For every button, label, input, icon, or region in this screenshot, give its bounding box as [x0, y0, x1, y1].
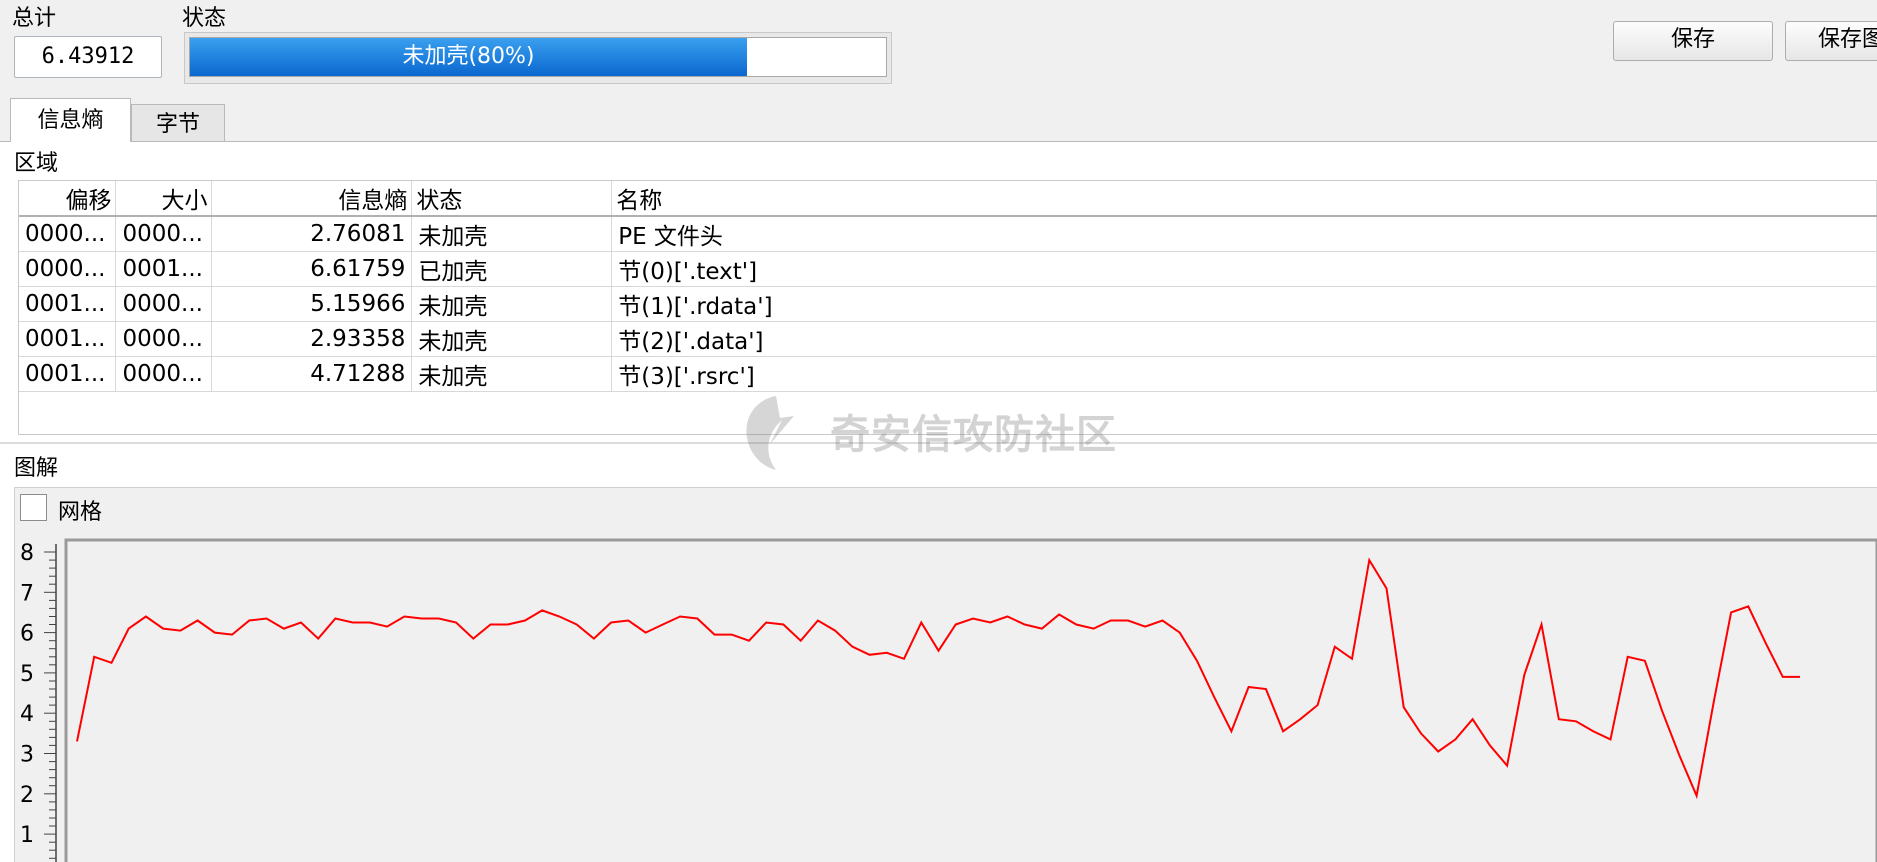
cell-size: 0000...	[115, 286, 213, 322]
cell-size: 0000...	[115, 321, 213, 357]
status-progress-bar: 未加壳(80%)	[189, 37, 887, 77]
status-progress-text: 未加壳(80%)	[402, 44, 535, 69]
cell-offset: 0000...	[19, 216, 117, 252]
tab-bytes[interactable]: 字节	[131, 104, 225, 142]
y-tick-label: 5	[20, 662, 34, 687]
cell-offset: 0001...	[19, 356, 117, 392]
cell-status: 未加壳	[411, 286, 613, 322]
cell-status: 未加壳	[411, 216, 613, 252]
column-header-name[interactable]: 名称	[611, 181, 1877, 217]
column-header-offset[interactable]: 偏移	[19, 181, 117, 217]
cell-size: 0001...	[115, 251, 213, 287]
table-row[interactable]: 0001... 0000... 4.71288 未加壳 节(3)['.rsrc'…	[19, 356, 1877, 392]
cell-offset: 0000...	[19, 251, 117, 287]
regions-table: 偏移 大小 信息熵 状态 名称 0000... 0000... 2.76081 …	[19, 181, 1877, 392]
grid-checkbox-label: 网格	[58, 500, 103, 525]
cell-name: 节(0)['.text']	[611, 251, 1877, 287]
save-image-button[interactable]: 保存图	[1785, 21, 1877, 61]
regions-table-frame: 偏移 大小 信息熵 状态 名称 0000... 0000... 2.76081 …	[18, 180, 1877, 435]
table-row[interactable]: 0000... 0000... 2.76081 未加壳 PE 文件头	[19, 216, 1877, 252]
cell-entropy: 2.76081	[211, 216, 413, 252]
regions-header-row: 偏移 大小 信息熵 状态 名称	[19, 181, 1877, 217]
y-tick-label: 1	[20, 823, 34, 848]
y-tick-label: 6	[20, 622, 34, 647]
column-header-status[interactable]: 状态	[411, 181, 613, 217]
y-tick-label: 3	[20, 743, 34, 768]
cell-entropy: 4.71288	[211, 356, 413, 392]
cell-name: 节(3)['.rsrc']	[611, 356, 1877, 392]
cell-name: PE 文件头	[611, 216, 1877, 252]
table-row[interactable]: 0001... 0000... 5.15966 未加壳 节(1)['.rdata…	[19, 286, 1877, 322]
y-tick-label: 4	[20, 702, 34, 727]
cell-entropy: 5.15966	[211, 286, 413, 322]
cell-size: 0000...	[115, 356, 213, 392]
grid-checkbox[interactable]	[20, 494, 47, 521]
save-button[interactable]: 保存	[1613, 21, 1773, 61]
cell-status: 已加壳	[411, 251, 613, 287]
cell-name: 节(2)['.data']	[611, 321, 1877, 357]
tab-entropy[interactable]: 信息熵	[10, 98, 131, 142]
y-tick-label: 2	[20, 783, 34, 808]
cell-offset: 0001...	[19, 321, 117, 357]
cell-entropy: 2.93358	[211, 321, 413, 357]
y-tick-label: 7	[20, 581, 34, 606]
y-tick-label: 8	[20, 541, 34, 566]
cell-size: 0000...	[115, 216, 213, 252]
status-label: 状态	[182, 6, 227, 31]
regions-label: 区域	[14, 151, 59, 176]
table-row[interactable]: 0000... 0001... 6.61759 已加壳 节(0)['.text'…	[19, 251, 1877, 287]
total-label: 总计	[12, 6, 57, 31]
y-axis-ticks: 1 2 3 4 5 6 7 8	[20, 541, 56, 859]
cell-name: 节(1)['.rdata']	[611, 286, 1877, 322]
cell-status: 未加壳	[411, 321, 613, 357]
column-header-entropy[interactable]: 信息熵	[211, 181, 413, 217]
watermark-text: 奇安信攻防社区	[830, 412, 1117, 458]
cell-offset: 0001...	[19, 286, 117, 322]
watermark-logo	[736, 390, 816, 476]
diagram-label: 图解	[14, 456, 59, 481]
entropy-chart: 1 2 3 4 5 6 7 8	[20, 538, 1877, 862]
cell-status: 未加壳	[411, 356, 613, 392]
table-row[interactable]: 0001... 0000... 2.93358 未加壳 节(2)['.data'…	[19, 321, 1877, 357]
total-value-field: 6.43912	[14, 36, 162, 78]
plot-area	[64, 538, 1877, 862]
cell-entropy: 6.61759	[211, 251, 413, 287]
status-progress-frame: 未加壳(80%)	[184, 32, 892, 84]
column-header-size[interactable]: 大小	[115, 181, 213, 217]
